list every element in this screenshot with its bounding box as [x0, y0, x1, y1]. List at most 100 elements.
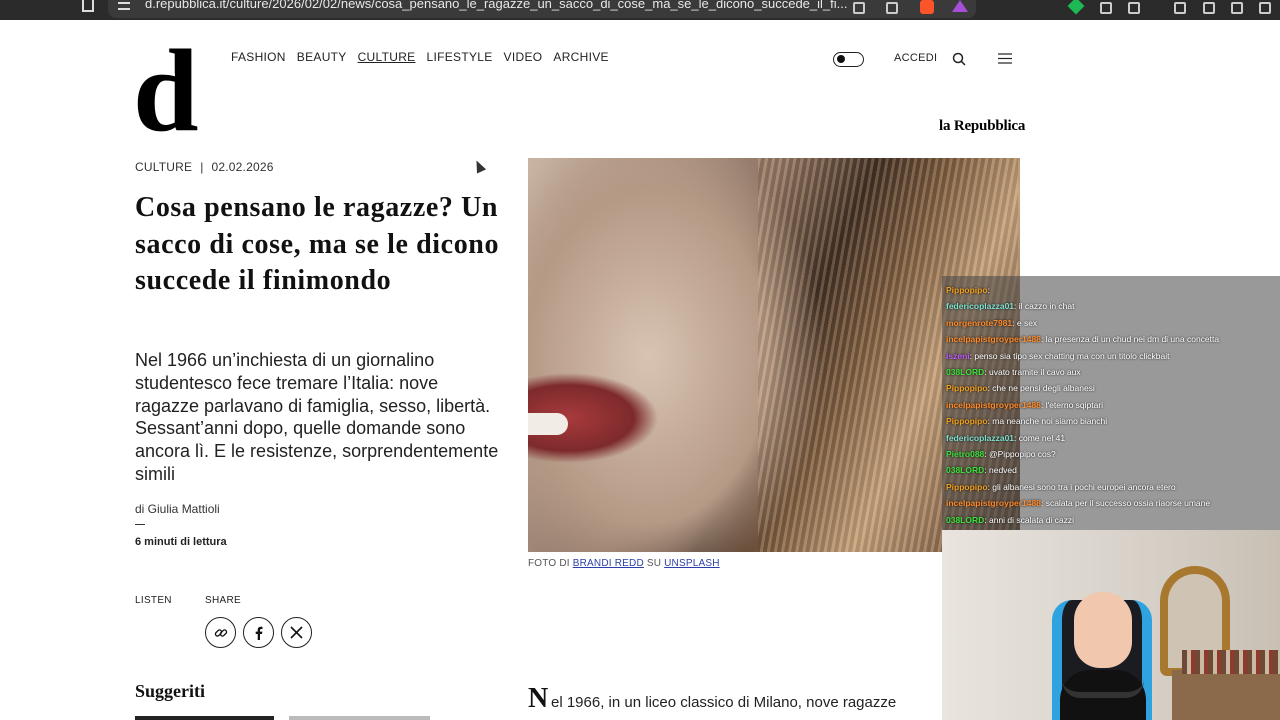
divider	[135, 524, 145, 525]
nav-archive[interactable]: ARCHIVE	[553, 50, 608, 64]
webcam-headphones	[1062, 680, 1144, 698]
extensions-puzzle-icon[interactable]	[1100, 2, 1112, 14]
suggested-thumbnail[interactable]	[289, 716, 430, 720]
article-subtitle: Nel 1966 un’inchiesta di un giornalino s…	[135, 350, 499, 484]
chat-username: Pippopipo	[946, 383, 988, 394]
suggested-thumbnail[interactable]	[135, 716, 274, 720]
bookmark-icon[interactable]	[82, 0, 94, 12]
search-icon[interactable]	[952, 52, 966, 66]
chat-username: 038LORD	[946, 367, 985, 377]
chat-username: incelpapistgroyper1488	[946, 399, 1041, 410]
vpn-icon[interactable]	[1259, 2, 1271, 14]
chat-message: incelpapistgroyper1488: l'eterno sqiptar…	[946, 400, 1103, 410]
article-title: Cosa pensano le ragazze? Un sacco di cos…	[135, 192, 500, 296]
chat-text: : @Pippopipo cos?	[984, 449, 1056, 459]
edit-icon[interactable]	[886, 2, 898, 14]
chat-text: : gli albanesi sono tra i pochi europei …	[987, 481, 1176, 492]
chat-message: Pippopipo:	[946, 285, 990, 295]
chat-username: federicoplazza01	[946, 301, 1015, 312]
chat-username: morgenrote7981	[946, 317, 1013, 328]
facebook-icon	[255, 626, 262, 640]
chat-message: Pietro088: @Pippopipo cos?	[946, 449, 1056, 459]
listen-label[interactable]: LISTEN	[135, 595, 172, 606]
photo-smile	[528, 413, 568, 435]
chat-username: incelpapistgroyper1488	[946, 498, 1041, 509]
chat-message: iszeni: penso sia tipo sex chatting ma c…	[946, 351, 1169, 361]
photo-caption: FOTO DI BRANDI REDD SU UNSPLASH	[528, 558, 720, 569]
chat-text: : scalata per il successo ossia riaorse …	[1040, 498, 1211, 509]
chat-text: : anni di scalata di cazzi	[984, 514, 1075, 525]
chat-text: : penso sia tipo sex chatting ma con un …	[969, 350, 1170, 361]
chat-text: :	[987, 285, 990, 295]
share-facebook-button[interactable]	[243, 617, 274, 648]
chat-text: : come nel 41	[1014, 432, 1066, 443]
chat-message: 038LORD: nedved	[946, 465, 1017, 475]
photographer-link[interactable]: BRANDI REDD	[573, 558, 644, 569]
extension-icon[interactable]	[1067, 0, 1085, 15]
chat-message: Pippopipo: che ne pensi degli albanesi	[946, 383, 1095, 393]
url-text[interactable]: d.repubblica.it/culture/2026/02/02/news/…	[145, 0, 848, 11]
chat-text: : l'eterno sqiptari	[1040, 399, 1104, 410]
suggested-heading: Suggeriti	[135, 681, 205, 701]
profile-icon[interactable]	[1128, 2, 1140, 14]
nav-culture[interactable]: CULTURE	[358, 50, 416, 64]
dark-mode-toggle[interactable]	[833, 52, 864, 67]
chat-message: Pippopipo: gli albanesi sono tra i pochi…	[946, 482, 1176, 492]
meta-separator: |	[200, 160, 204, 174]
chat-text: : la presenza di un chud nei dm di una c…	[1040, 334, 1220, 345]
chat-text: : e sex	[1012, 317, 1038, 328]
nav-fashion[interactable]: FASHION	[231, 50, 286, 64]
chat-message: Pippopipo: ma neanche noi siamo bianchi	[946, 416, 1107, 426]
chat-username: incelpapistgroyper1488	[946, 334, 1041, 345]
chat-text: : nedved	[984, 465, 1017, 476]
brave-rewards-icon[interactable]	[952, 0, 968, 12]
section-label[interactable]: CULTURE	[135, 160, 192, 174]
source-link[interactable]: UNSPLASH	[664, 558, 720, 569]
caption-prefix: FOTO DI	[528, 558, 570, 569]
chat-username: iszeni	[946, 350, 970, 361]
chat-message: incelpapistgroyper1488: la presenza di u…	[946, 334, 1219, 344]
article-meta: CULTURE | 02.02.2026	[135, 160, 274, 174]
link-icon	[214, 628, 227, 637]
article-date: 02.02.2026	[211, 160, 274, 174]
chat-text: : che ne pensi degli albanesi	[987, 383, 1095, 394]
chat-username: 038LORD	[946, 465, 985, 476]
nav-lifestyle[interactable]: LIFESTYLE	[426, 50, 492, 64]
chat-message: federicoplazza01: come nel 41	[946, 433, 1065, 443]
x-icon	[290, 626, 303, 639]
article-body: el 1966, in un liceo classico di Milano,…	[551, 694, 897, 711]
chat-message: federicoplazza01: il cazzo in chat	[946, 301, 1075, 311]
chat-text: : uvato tramite il cavo aux	[984, 367, 1081, 377]
wallet-icon[interactable]	[1203, 2, 1215, 14]
webcam-person-head	[1074, 592, 1132, 668]
browser-toolbar: d.repubblica.it/culture/2026/02/02/news/…	[0, 0, 1280, 20]
tune-icon[interactable]	[118, 2, 130, 10]
chat-message: incelpapistgroyper1488: scalata per il s…	[946, 498, 1210, 508]
sidebar-icon[interactable]	[1174, 2, 1186, 14]
chat-username: Pippopipo	[946, 285, 988, 295]
reader-mode-icon[interactable]	[853, 2, 865, 14]
chat-message: 038LORD: anni di scalata di cazzi	[946, 515, 1074, 525]
nav-video[interactable]: VIDEO	[504, 50, 543, 64]
share-x-button[interactable]	[281, 617, 312, 648]
body-dropcap: N	[528, 683, 549, 714]
stream-chat-overlay: Pippopipo: federicoplazza01: il cazzo in…	[942, 276, 1280, 530]
chat-text: : ma neanche noi siamo bianchi	[987, 416, 1108, 427]
read-time: 6 minuti di lettura	[135, 536, 227, 548]
settings-icon[interactable]	[1231, 2, 1243, 14]
mouse-cursor	[471, 158, 487, 174]
webcam-shelf	[1172, 670, 1280, 720]
site-logo[interactable]: d	[133, 32, 199, 150]
toggle-knob	[837, 55, 845, 63]
chat-username: Pietro088	[946, 449, 985, 459]
brave-shield-icon[interactable]	[920, 0, 934, 14]
webcam-overlay	[942, 530, 1280, 720]
main-nav: FASHION BEAUTY CULTURE LIFESTYLE VIDEO A…	[231, 50, 620, 64]
publisher-logo[interactable]: la Repubblica	[939, 118, 1025, 135]
article-author[interactable]: di Giulia Mattioli	[135, 502, 220, 516]
share-link-button[interactable]	[205, 617, 236, 648]
hamburger-menu-icon[interactable]	[998, 53, 1012, 64]
login-link[interactable]: ACCEDI	[894, 52, 937, 64]
chat-message: morgenrote7981: e sex	[946, 318, 1037, 328]
nav-beauty[interactable]: BEAUTY	[297, 50, 347, 64]
